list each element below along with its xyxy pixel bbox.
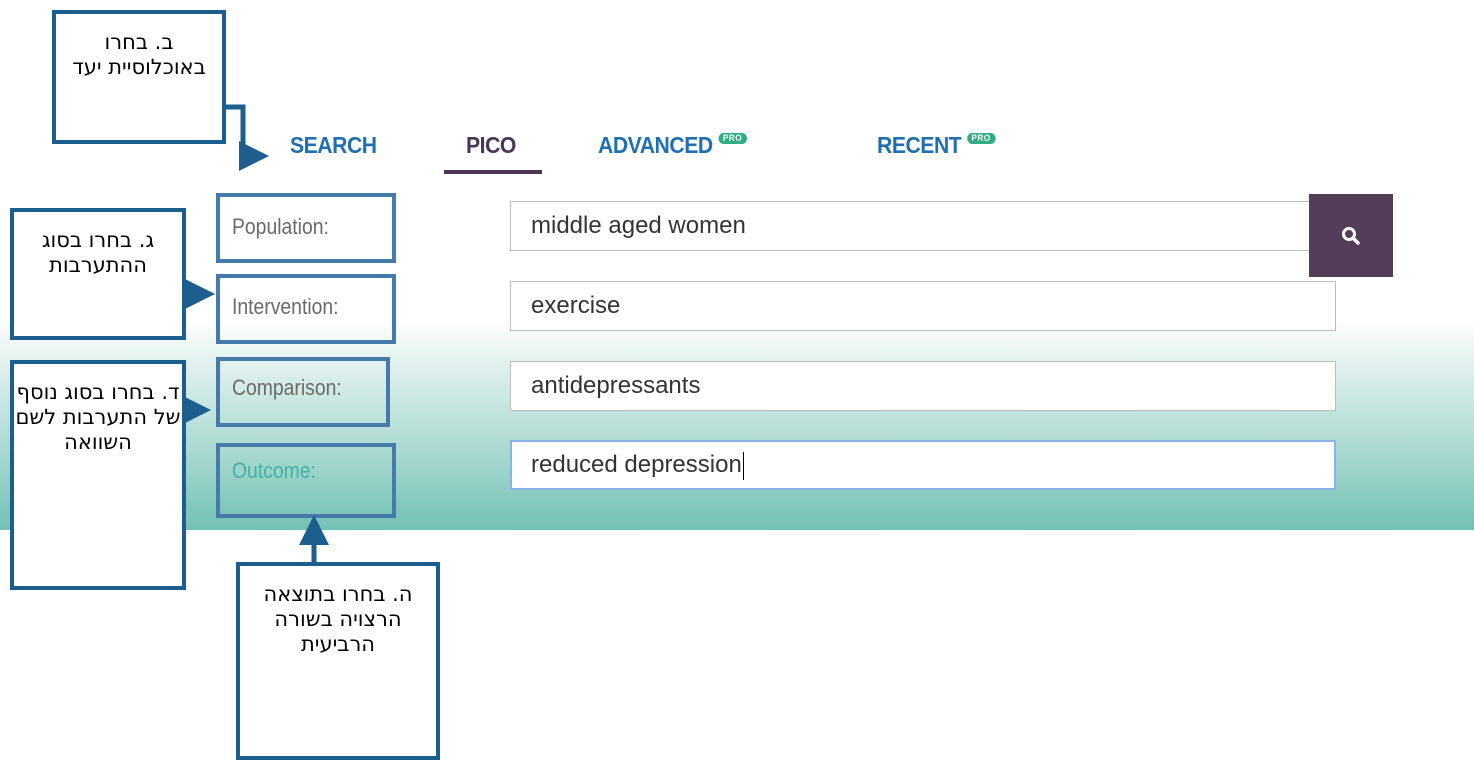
arrow-population xyxy=(226,104,269,171)
annotation-outcome: ה. בחרו בתוצאה הרצויה בשורה הרביעית xyxy=(236,562,440,760)
annotation-comparison: ד. בחרו בסוג נוסף של התערבות לשם השוואה xyxy=(10,360,186,590)
annotation-population: ב. בחרו באוכלוסיית יעד xyxy=(52,10,226,144)
annotation-intervention: ג. בחרו בסוג ההתערבות xyxy=(10,208,186,340)
